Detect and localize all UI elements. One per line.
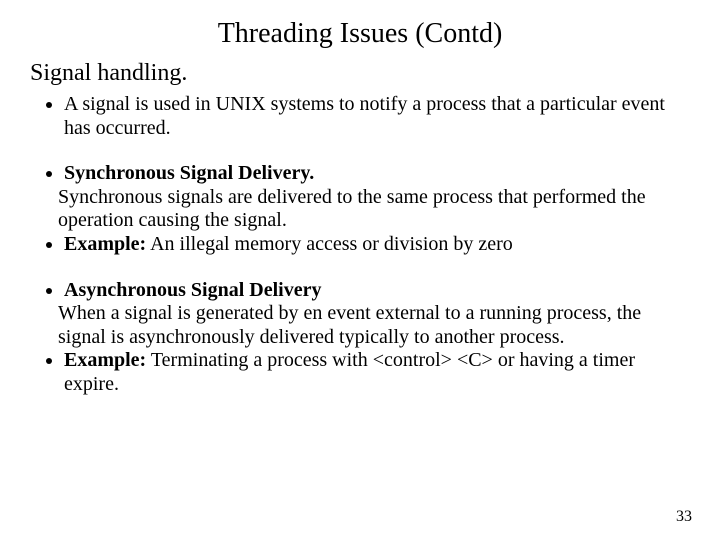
bullet-heading: Synchronous Signal Delivery. [64,162,314,184]
slide-subheading: Signal handling. [30,60,690,87]
bullet-item: A signal is used in UNIX systems to noti… [64,93,690,140]
bullet-item: Example: An illegal memory access or div… [64,233,690,257]
bullet-item: Asynchronous Signal Delivery When a sign… [64,279,690,350]
bullet-list: A signal is used in UNIX systems to noti… [30,93,690,397]
slide-title: Threading Issues (Contd) [30,18,690,50]
slide: Threading Issues (Contd) Signal handling… [0,0,720,540]
bullet-text: Synchronous signals are delivered to the… [58,186,690,233]
bullet-text: When a signal is generated by en event e… [58,302,690,349]
bullet-text: An illegal memory access or division by … [146,233,513,255]
page-number: 33 [676,508,692,526]
bullet-text: Terminating a process with <control> <C>… [64,349,635,395]
bullet-text: A signal is used in UNIX systems to noti… [64,93,665,139]
bullet-item: Synchronous Signal Delivery. Synchronous… [64,162,690,233]
bullet-heading: Asynchronous Signal Delivery [64,279,321,301]
bullet-label: Example: [64,233,146,255]
bullet-label: Example: [64,349,146,371]
bullet-item: Example: Terminating a process with <con… [64,349,690,396]
